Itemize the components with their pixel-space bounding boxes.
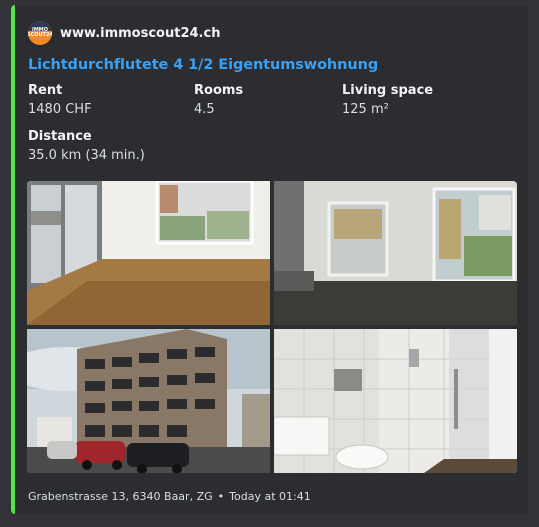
field-name: Rent <box>28 83 63 98</box>
field-living-space: Living space 125 m² <box>342 83 433 117</box>
living-room-photo-icon[interactable] <box>27 181 270 325</box>
field-distance: Distance 35.0 km (34 min.) <box>28 129 145 163</box>
field-value: 35.0 km (34 min.) <box>28 148 145 163</box>
footer-separator: • <box>217 490 225 503</box>
field-rent: Rent 1480 CHF <box>28 83 92 117</box>
footer-address: Grabenstrasse 13, 6340 Baar, ZG <box>28 490 213 503</box>
empty-room-window-photo-icon[interactable] <box>274 181 517 325</box>
field-rooms: Rooms 4.5 <box>194 83 243 117</box>
field-name: Living space <box>342 83 434 98</box>
embed-author[interactable]: IMMO SCOUT24 www.immoscout24.ch <box>28 21 220 45</box>
immoscout-logo-icon: IMMO SCOUT24 <box>28 21 52 45</box>
listing-embed: IMMO SCOUT24 www.immoscout24.ch Lichtdur… <box>11 5 528 514</box>
field-name: Rooms <box>194 83 244 98</box>
author-name[interactable]: www.immoscout24.ch <box>60 26 220 41</box>
field-value: 4.5 <box>194 102 215 117</box>
listing-title[interactable]: Lichtdurchflutete 4 1/2 Eigentumswohnung <box>28 57 378 73</box>
footer-timestamp: Today at 01:41 <box>229 490 311 503</box>
apartment-building-photo-icon[interactable] <box>27 329 270 473</box>
field-value: 125 m² <box>342 102 389 117</box>
bathroom-photo-icon[interactable] <box>274 329 517 473</box>
embed-footer: Grabenstrasse 13, 6340 Baar, ZG • Today at… <box>28 490 311 503</box>
field-name: Distance <box>28 129 92 144</box>
image-gallery <box>27 181 517 473</box>
field-value: 1480 CHF <box>28 102 92 117</box>
